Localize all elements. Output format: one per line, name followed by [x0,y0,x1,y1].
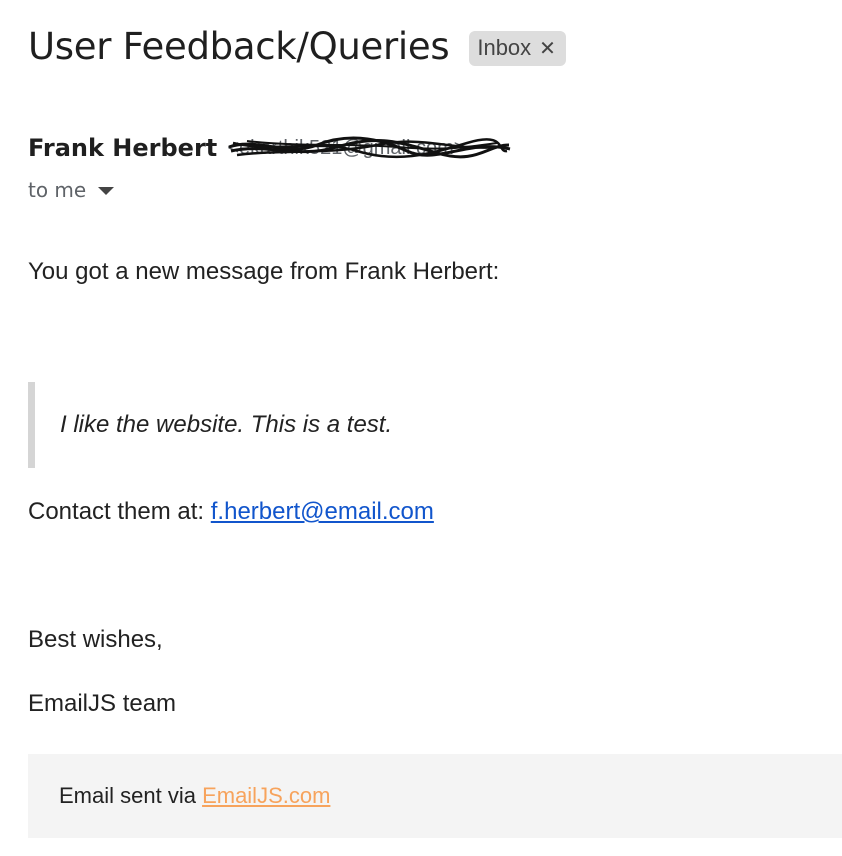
close-icon[interactable]: ✕ [539,36,556,61]
contact-line: Contact them at: f.herbert@email.com [28,498,434,526]
email-subject: User Feedback/Queries [28,25,450,68]
redaction-scribble [228,136,511,159]
team-signature: EmailJS team [28,690,177,717]
quote-text: I like the website. This is a test. [60,411,393,438]
email-footer: Email sent via EmailJS.com [28,754,842,838]
recipient-label: to me [28,178,87,202]
emailjs-link[interactable]: EmailJS.com [202,783,330,808]
sender-row: Frank Herbert <ekarthik521@gmail.com> [28,133,512,163]
contact-prefix: Contact them at: [28,498,211,525]
email-header: User Feedback/Queries Inbox ✕ [28,22,566,72]
signoff: Best wishes, [28,626,163,653]
contact-email-link[interactable]: f.herbert@email.com [211,498,434,525]
footer-prefix: Email sent via [59,783,203,808]
sender-name[interactable]: Frank Herbert [28,134,217,162]
caret-down-icon[interactable] [98,187,115,195]
sender-email-redacted: <ekarthik521@gmail.com> [227,133,512,163]
label-chip-text: Inbox [477,35,532,60]
recipient-toggle[interactable]: to me [28,178,115,202]
message-intro: You got a new message from Frank Herbert… [28,258,500,285]
inbox-label-chip[interactable]: Inbox ✕ [469,30,566,66]
message-quote: I like the website. This is a test. [28,382,392,468]
footer-text: Email sent via EmailJS.com [59,783,330,809]
